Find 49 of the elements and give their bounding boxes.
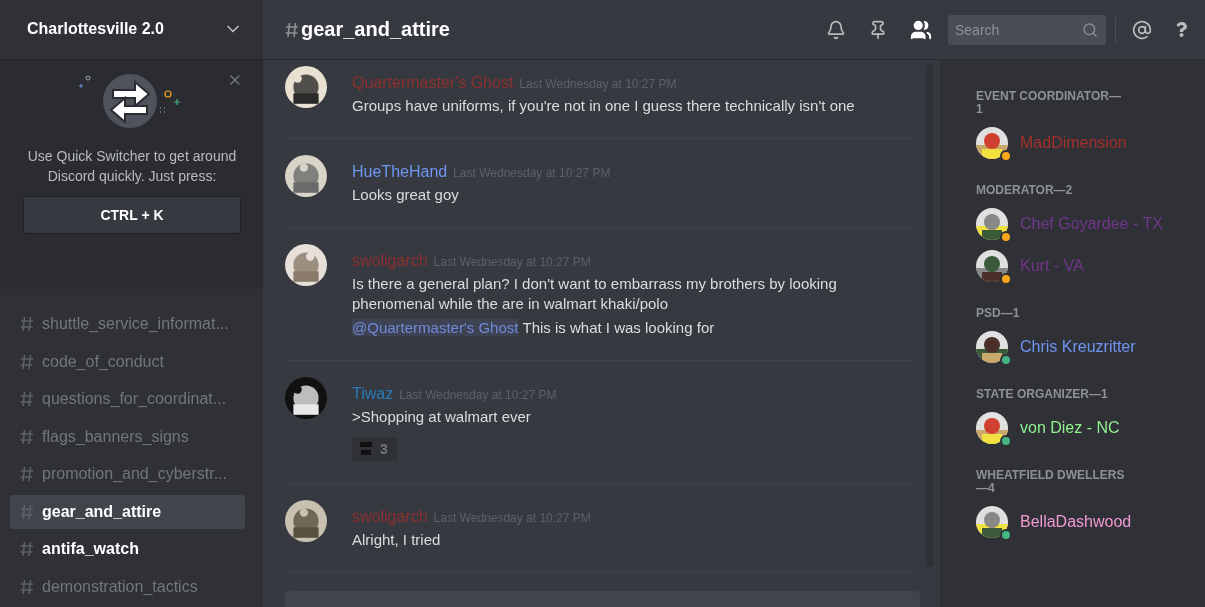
channel-item[interactable]: shuttle_service_informat...: [10, 307, 245, 341]
role-heading: WHEATFIELD DWELLERS—4: [976, 469, 1126, 495]
message-text: Groups have uniforms, if you're not in one I guess there technically isn't one: [352, 96, 855, 116]
member-name[interactable]: von Diez - NC: [1020, 419, 1120, 437]
hash-icon: [20, 541, 34, 557]
member-name[interactable]: Kurt - VA: [1020, 257, 1084, 275]
message-text: Is there a general plan? I don't want to embarrass my brothers by looking phenomenal while the are in walmart khaki/polo: [352, 274, 838, 314]
hash-icon: [20, 578, 34, 595]
hash-icon: [20, 503, 34, 520]
message-text: Alright, I tried: [352, 530, 442, 550]
member-name[interactable]: Chef Goyardee - TX: [1020, 215, 1163, 233]
help-icon[interactable]: [1174, 22, 1189, 37]
role-heading: EVENT COORDINATOR—1: [976, 90, 1122, 116]
mention-link[interactable]: @Quartermaster's Ghost: [352, 319, 519, 336]
hash-icon: [20, 428, 34, 445]
pin-icon[interactable]: [868, 19, 888, 40]
shortcut-button[interactable]: CTRL + K: [23, 195, 241, 234]
hash-icon: [20, 466, 34, 482]
channel-item[interactable]: demonstration_tactics: [10, 569, 245, 604]
hash-icon: [20, 353, 34, 370]
channel-item[interactable]: flags_banners_signs: [10, 419, 245, 454]
author-name[interactable]: Tiwaz: [352, 385, 394, 403]
search-icon: [1082, 21, 1098, 38]
search-field[interactable]: Search: [948, 14, 1106, 45]
message-text: @Quartermaster's Ghost This is what I was looking for: [352, 318, 716, 338]
member-name[interactable]: BellaDashwood: [1020, 513, 1132, 531]
bell-icon[interactable]: [826, 19, 846, 40]
server-name[interactable]: Charlottesville 2.0: [27, 20, 164, 39]
message-text: >Shopping at walmart ever: [352, 407, 532, 427]
mention-icon[interactable]: [1132, 19, 1152, 40]
channel-item[interactable]: questions_for_coordinat...: [10, 382, 245, 416]
channel-item[interactable]: promotion_and_cyberstr...: [10, 457, 245, 491]
channel-item[interactable]: antifa_watch: [10, 532, 245, 566]
members-icon[interactable]: [910, 18, 932, 41]
author-name[interactable]: HueTheHand: [352, 163, 448, 181]
hash-icon: [285, 21, 299, 38]
role-heading: PSD—1: [976, 307, 1021, 320]
role-heading: STATE ORGANIZER—1: [976, 388, 1109, 401]
channel-item[interactable]: code_of_conduct: [10, 344, 245, 379]
message-text: Looks great goy: [352, 185, 460, 205]
hash-icon: [20, 316, 34, 332]
tip-text: Use Quick Switcher to get around Discord quickly. Just press:: [26, 146, 238, 186]
reaction-button[interactable]: 3: [352, 437, 398, 461]
channel-item[interactable]: gear_and_attire: [10, 494, 245, 529]
member-name[interactable]: MadDimension: [1020, 134, 1127, 152]
role-heading: MODERATOR—2: [976, 184, 1074, 197]
channel-title: gear_and_attire: [301, 18, 450, 41]
hash-icon: [20, 391, 34, 407]
member-name[interactable]: Chris Kreuzritter: [1020, 338, 1136, 356]
